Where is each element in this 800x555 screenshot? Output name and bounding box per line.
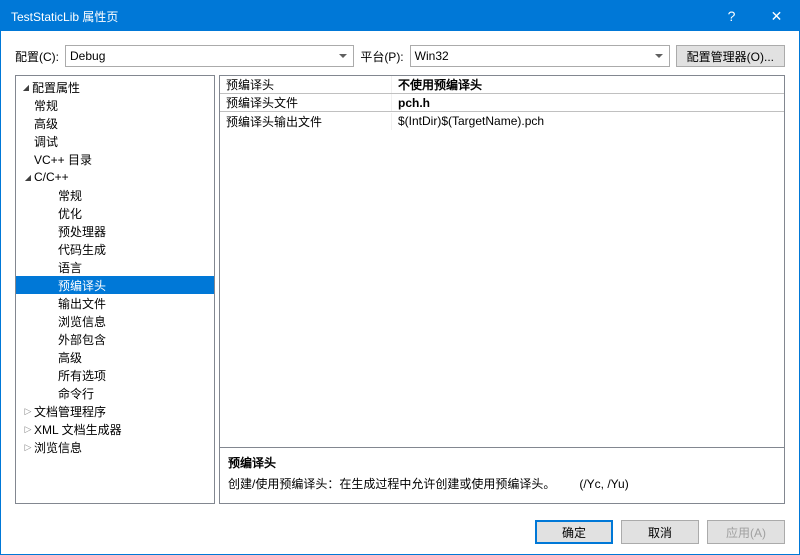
config-value: Debug (70, 49, 105, 63)
tree-item[interactable]: VC++ 目录 (16, 150, 214, 168)
chevron-right-icon (22, 406, 34, 417)
grid-row[interactable]: 预编译头文件 pch.h (220, 94, 784, 112)
config-manager-button[interactable]: 配置管理器(O)... (676, 45, 785, 67)
prop-name: 预编译头 (220, 76, 392, 93)
tree-item[interactable]: 外部包含 (16, 330, 214, 348)
prop-value[interactable]: pch.h (392, 96, 784, 110)
cancel-button[interactable]: 取消 (621, 520, 699, 544)
tree-item[interactable]: 命令行 (16, 384, 214, 402)
tree-item[interactable]: 高级 (16, 114, 214, 132)
tree-item[interactable]: 所有选项 (16, 366, 214, 384)
window-title: TestStaticLib 属性页 (11, 8, 709, 25)
property-grid: 预编译头 不使用预编译头 预编译头文件 pch.h 预编译头输出文件 $(Int… (219, 75, 785, 448)
tree-item[interactable]: 调试 (16, 132, 214, 150)
toolbar: 配置(C): Debug 平台(P): Win32 配置管理器(O)... (1, 31, 799, 75)
prop-value[interactable]: $(IntDir)$(TargetName).pch (392, 114, 784, 128)
dialog-buttons: 确定 取消 应用(A) (1, 510, 799, 554)
chevron-down-icon (22, 172, 34, 182)
chevron-down-icon (20, 82, 32, 92)
tree-item[interactable]: 浏览信息 (16, 312, 214, 330)
prop-name: 预编译头文件 (220, 94, 392, 111)
chevron-right-icon (22, 424, 34, 435)
ok-button[interactable]: 确定 (535, 520, 613, 544)
grid-row[interactable]: 预编译头输出文件 $(IntDir)$(TargetName).pch (220, 112, 784, 130)
config-dropdown[interactable]: Debug (65, 45, 354, 67)
config-label: 配置(C): (15, 48, 59, 65)
tree-root[interactable]: 配置属性 (16, 78, 214, 96)
right-pane: 预编译头 不使用预编译头 预编译头文件 pch.h 预编译头输出文件 $(Int… (219, 75, 785, 504)
tree-item[interactable]: 语言 (16, 258, 214, 276)
main-area: 配置属性 常规 高级 调试 VC++ 目录 C/C++ 常规 优化 预处理器 代… (1, 75, 799, 510)
grid-row[interactable]: 预编译头 不使用预编译头 (220, 76, 784, 94)
platform-dropdown[interactable]: Win32 (410, 45, 670, 67)
tree-item[interactable]: 预处理器 (16, 222, 214, 240)
close-button[interactable]: ✕ (754, 1, 799, 31)
help-button[interactable]: ? (709, 1, 754, 31)
desc-title: 预编译头 (228, 454, 776, 471)
chevron-right-icon (22, 442, 34, 453)
prop-name: 预编译头输出文件 (220, 113, 392, 130)
tree-item[interactable]: 代码生成 (16, 240, 214, 258)
tree-item-precompiled-header[interactable]: 预编译头 (16, 276, 214, 294)
description-panel: 预编译头 创建/使用预编译头：在生成过程中允许创建或使用预编译头。(/Yc, /… (219, 448, 785, 504)
tree-item[interactable]: 输出文件 (16, 294, 214, 312)
titlebar: TestStaticLib 属性页 ? ✕ (1, 1, 799, 31)
tree-item[interactable]: XML 文档生成器 (16, 420, 214, 438)
tree-item[interactable]: 常规 (16, 96, 214, 114)
prop-value[interactable]: 不使用预编译头 (392, 76, 784, 93)
tree-item[interactable]: 常规 (16, 186, 214, 204)
platform-label: 平台(P): (360, 48, 403, 65)
apply-button[interactable]: 应用(A) (707, 520, 785, 544)
tree-cpp[interactable]: C/C++ (16, 168, 214, 186)
tree-item[interactable]: 优化 (16, 204, 214, 222)
tree-item[interactable]: 文档管理程序 (16, 402, 214, 420)
tree-item[interactable]: 浏览信息 (16, 438, 214, 456)
tree-view[interactable]: 配置属性 常规 高级 调试 VC++ 目录 C/C++ 常规 优化 预处理器 代… (15, 75, 215, 504)
tree-item[interactable]: 高级 (16, 348, 214, 366)
desc-text: 创建/使用预编译头：在生成过程中允许创建或使用预编译头。(/Yc, /Yu) (228, 475, 776, 492)
platform-value: Win32 (415, 49, 449, 63)
